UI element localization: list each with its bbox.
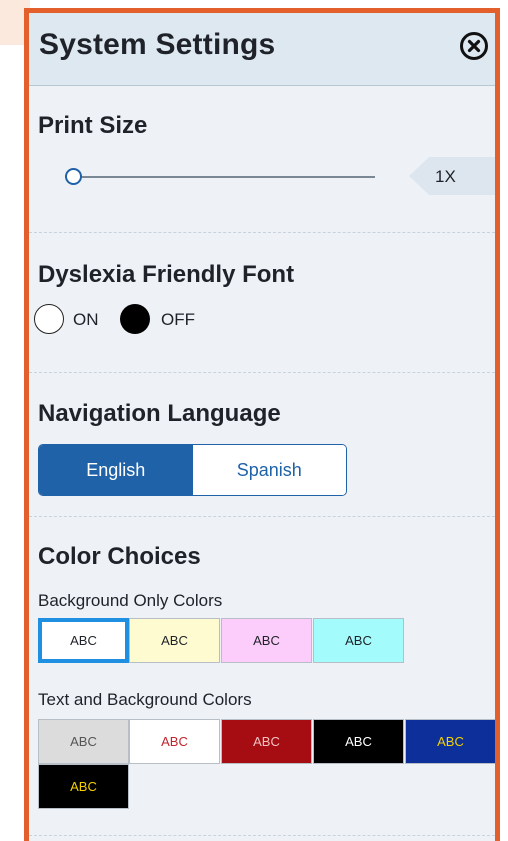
print-size-slider-track[interactable] — [65, 176, 375, 178]
tb-swatch-black-white[interactable]: ABC — [313, 719, 404, 764]
english-button[interactable]: English — [39, 445, 193, 495]
dyslexia-on-label[interactable]: ON — [73, 310, 99, 330]
language-toggle: English Spanish — [38, 444, 347, 496]
dyslexia-on-radio[interactable] — [34, 304, 64, 334]
print-size-slider-handle[interactable] — [65, 168, 82, 185]
navigation-language-title: Navigation Language — [38, 400, 281, 427]
section-divider — [29, 372, 495, 373]
bg-swatch-pink[interactable]: ABC — [221, 618, 312, 663]
zoom-level-value: 1X — [435, 167, 456, 186]
tb-swatch-red[interactable]: ABC — [221, 719, 312, 764]
dyslexia-off-radio[interactable] — [120, 304, 150, 334]
background-only-colors-label: Background Only Colors — [38, 591, 223, 610]
section-divider — [29, 232, 495, 233]
system-settings-panel: System Settings Print Size 1X Dyslexia F… — [24, 8, 500, 841]
tb-swatch-black-yellow[interactable]: ABC — [38, 764, 129, 809]
tb-swatch-white-red[interactable]: ABC — [129, 719, 220, 764]
bg-swatch-white[interactable]: ABC — [38, 618, 129, 663]
dyslexia-off-label[interactable]: OFF — [161, 310, 195, 330]
text-and-background-colors-label: Text and Background Colors — [38, 690, 252, 709]
print-size-title: Print Size — [38, 112, 148, 139]
color-choices-title: Color Choices — [38, 543, 201, 570]
bg-swatch-cyan[interactable]: ABC — [313, 618, 404, 663]
dyslexia-font-title: Dyslexia Friendly Font — [38, 261, 295, 288]
panel-header: System Settings — [29, 13, 495, 86]
tb-swatch-gray[interactable]: ABC — [38, 719, 129, 764]
bg-swatch-yellow[interactable]: ABC — [129, 618, 220, 663]
section-divider — [29, 516, 495, 517]
panel-title: System Settings — [39, 28, 276, 61]
section-divider — [29, 835, 495, 836]
close-icon[interactable] — [459, 31, 489, 61]
tb-swatch-blue-yellow[interactable]: ABC — [405, 719, 495, 764]
spanish-button[interactable]: Spanish — [192, 445, 346, 495]
zoom-level-badge: 1X — [409, 157, 495, 195]
